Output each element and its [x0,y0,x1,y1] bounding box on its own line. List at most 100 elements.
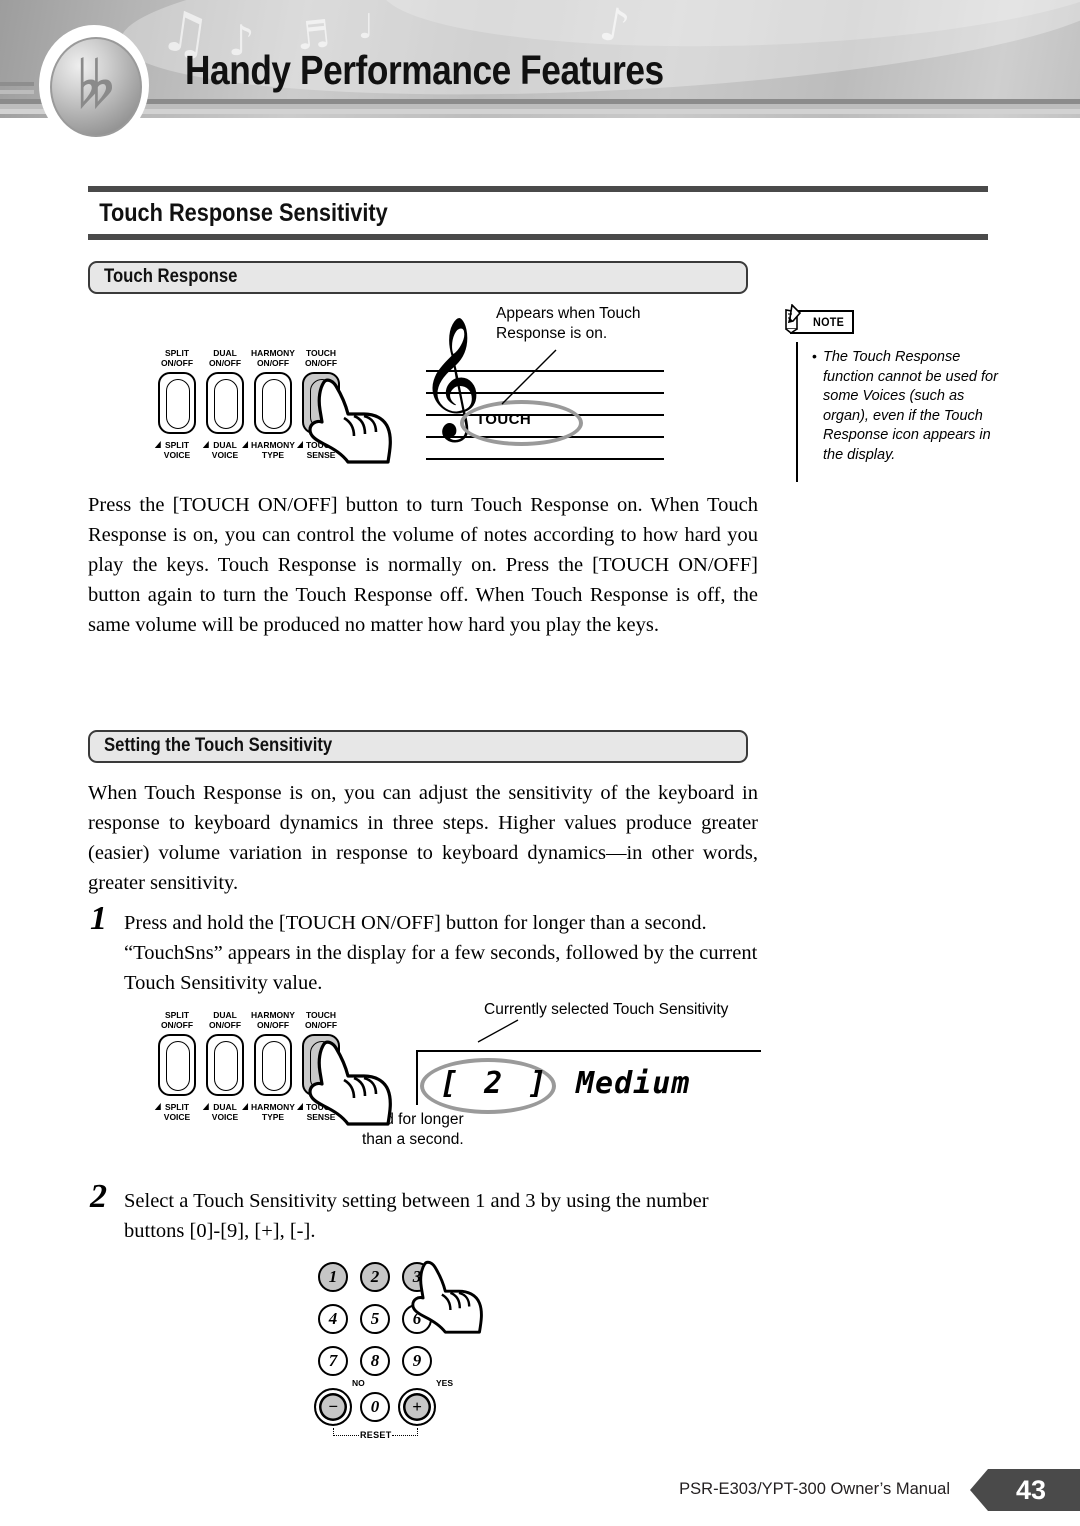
panel-button-harmony-toplabel: HARMONY ON/OFF [251,348,295,368]
button-inner-oval [214,1041,238,1091]
logo-medallion: 𝄫 [50,37,142,137]
panel-diagram-touch-buttons: SPLIT ON/OFF SPLIT VOICE DUAL ON/OFF DUA… [152,348,392,464]
lcd-frame-left [416,1050,419,1105]
button-inner-oval [262,379,286,429]
keypad-key-7[interactable]: 7 [318,1346,348,1376]
button-shape [206,372,244,434]
banner-rule-light [0,109,1080,114]
label-line-2: ON/OFF [160,1020,194,1030]
label-line-1: HARMONY [251,348,295,358]
panel2-button-dual-toplabel: DUAL ON/OFF [209,1010,241,1030]
panel2-button-split: SPLIT ON/OFF SPLIT VOICE [154,1010,196,1122]
note-body-text: The Touch Response function cannot be us… [823,349,998,463]
triangle-marker-icon [242,1103,249,1110]
lcd-frame-top [416,1050,761,1053]
label-line-2: TYPE [261,450,285,460]
label-line-1: TOUCH [305,348,337,358]
page-title: Touch Response Sensitivity [99,199,388,227]
lcd-value-bracket: [ 2 ] [440,1066,551,1101]
panel-button-dual: DUAL ON/OFF DUAL VOICE [202,348,244,460]
page-header-banner: ♫ ♪ ♬ ♩ ♪ Handy Performance Features [0,0,1080,118]
label-line-2: VOICE [163,450,191,460]
panel-button-touch-toplabel: TOUCH ON/OFF [305,348,337,368]
label-line-2: ON/OFF [304,358,338,368]
button-inner-oval [166,379,190,429]
staff-line-5 [426,458,664,460]
label-line-2: ON/OFF [304,1020,338,1030]
section-heading-label: Touch Response [104,266,238,287]
title-rule-bottom [88,234,988,240]
label-line-2: ON/OFF [208,358,242,368]
music-note-dotted-icon: ♩ [358,7,375,47]
keypad-key-plus[interactable]: + [398,1388,436,1426]
note-tag-label: NOTE [813,315,845,329]
triangle-marker-icon [242,441,249,448]
button-shape [254,372,292,434]
staff-callout-text: Appears when Touch Response is on. [496,304,676,344]
note-tag: NOTE [785,304,854,334]
staff-diagram: 𝄞 TOUCH Appears when Touch Response is o… [408,305,668,466]
keypad-key-0[interactable]: 0 [360,1392,390,1422]
pencil-note-icon [785,304,802,334]
lcd-callout-text: Currently selected Touch Sensitivity [484,1001,729,1018]
step-1-text: Press and hold the [TOUCH ON/OFF] button… [124,912,758,994]
callout-line-1: Appears when Touch [496,305,641,322]
numeric-keypad-diagram: 1 2 3 4 5 6 7 8 9 NO YES − 0 + RESET [310,1260,490,1440]
page-footer: PSR-E303/YPT-300 Owner’s Manual 43 [0,1466,1080,1526]
label-line-1: SPLIT [164,1102,190,1112]
panel-diagram-touch-hold: SPLIT ON/OFF SPLIT VOICE DUAL ON/OFF DUA… [152,1010,392,1126]
step-2-number: 2 [90,1178,107,1215]
panel-button-harmony-botlabel: HARMONY TYPE [242,440,295,460]
step-2-text: Select a Touch Sensitivity setting betwe… [124,1190,709,1242]
panel2-button-dual: DUAL ON/OFF DUAL VOICE [202,1010,244,1122]
button-shape [206,1034,244,1096]
label-line-2: VOICE [211,450,239,460]
panel2-button-touch-toplabel: TOUCH ON/OFF [305,1010,337,1030]
pointing-hand-icon [411,1260,483,1334]
banner-left-stub-dark [0,82,34,86]
panel-button-harmony: HARMONY ON/OFF HARMONY TYPE [242,348,295,460]
panel-button-split: SPLIT ON/OFF SPLIT VOICE [154,348,196,460]
footer-page-tab: 43 [970,1469,1080,1511]
keypad-key-9[interactable]: 9 [402,1346,432,1376]
touch-indicator-label: TOUCH [476,411,532,428]
label-line-2: ON/OFF [208,1020,242,1030]
triangle-marker-icon [154,1103,161,1110]
panel2-button-harmony-toplabel: HARMONY ON/OFF [251,1010,295,1030]
button-shape [158,1034,196,1096]
panel-button-split-botlabel: SPLIT VOICE [154,440,191,460]
label-line-2: VOICE [211,1112,239,1122]
keypad-no-label: NO [352,1378,365,1388]
label-line-2: TYPE [261,1112,285,1122]
panel2-button-harmony-botlabel: HARMONY TYPE [242,1102,295,1122]
label-line-1: SPLIT [164,440,190,450]
section-heading-touch-response: Touch Response [88,261,748,294]
label-line-1: SPLIT [164,1010,190,1020]
banner-left-stub-light [0,90,34,94]
pointing-hand-icon [308,1040,392,1126]
panel-button-split-toplabel: SPLIT ON/OFF [161,348,193,368]
keypad-key-2[interactable]: 2 [360,1262,390,1292]
bass-clef-logo: 𝄫 [42,28,146,142]
triangle-marker-icon [202,1103,209,1110]
keypad-key-1[interactable]: 1 [318,1262,348,1292]
callout-leader-line [501,349,557,405]
label-line-1: HARMONY [251,440,295,450]
button-inner-oval [262,1041,286,1091]
section-2-body: When Touch Response is on, you can adjus… [88,782,758,894]
bass-clef-icon: 𝄫 [77,48,115,122]
note-vertical-rule [796,342,798,482]
footer-manual-title: PSR-E303/YPT-300 Owner’s Manual [679,1480,950,1498]
keypad-key-5[interactable]: 5 [360,1304,390,1334]
button-shape [158,372,196,434]
label-line-2: ON/OFF [256,1020,290,1030]
label-line-2: VOICE [163,1112,191,1122]
label-line-1: HARMONY [251,1010,295,1020]
keypad-key-minus[interactable]: − [314,1388,352,1426]
keypad-key-8[interactable]: 8 [360,1346,390,1376]
note-bullet-icon: • [812,348,817,364]
keypad-key-4[interactable]: 4 [318,1304,348,1334]
panel2-button-split-botlabel: SPLIT VOICE [154,1102,191,1122]
label-line-1: SPLIT [164,348,190,358]
keypad-yes-label: YES [436,1378,454,1388]
